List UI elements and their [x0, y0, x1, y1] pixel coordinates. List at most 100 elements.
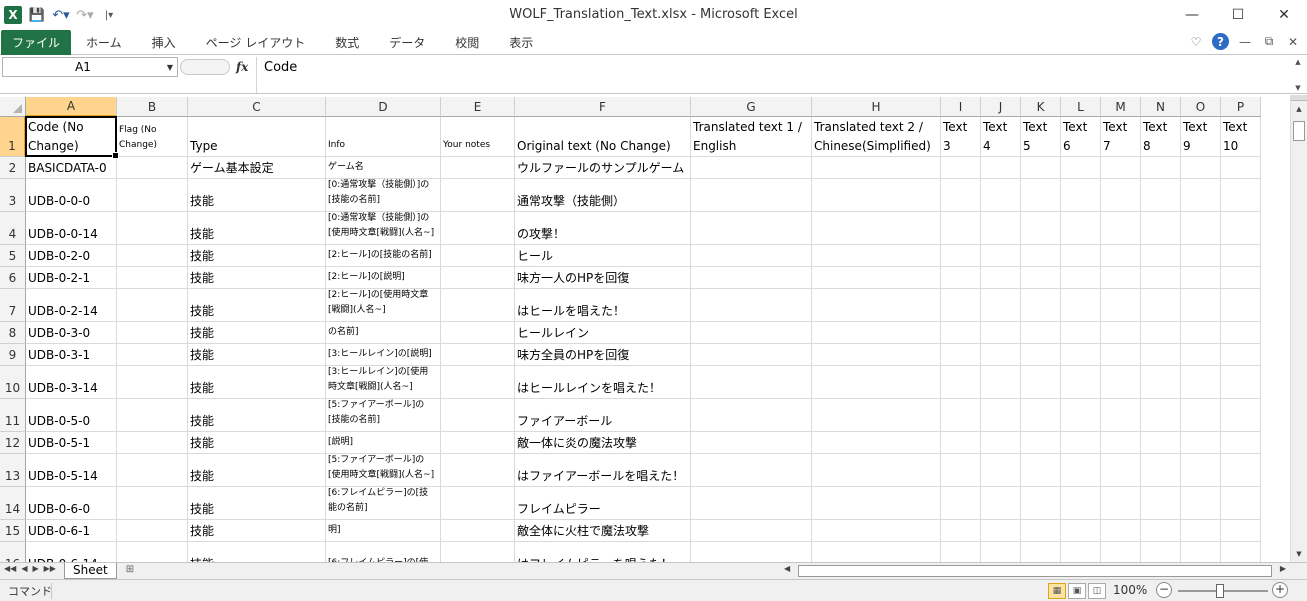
cell-k16[interactable] [1021, 542, 1061, 562]
cell-l3[interactable] [1061, 179, 1101, 212]
column-header-h[interactable]: H [812, 97, 941, 117]
cell-o1[interactable]: Text 9 [1181, 117, 1221, 157]
undo-icon[interactable]: ↶▾ [52, 6, 70, 24]
cell-k5[interactable] [1021, 245, 1061, 267]
collapse-ribbon-icon[interactable]: ♡ [1188, 35, 1204, 49]
cell-k8[interactable] [1021, 322, 1061, 344]
column-header-f[interactable]: F [515, 97, 691, 117]
cell-f14[interactable]: フレイムピラー [515, 487, 691, 520]
cell-g1[interactable]: Translated text 1 / English [691, 117, 812, 157]
cell-c9[interactable]: 技能 [188, 344, 326, 366]
cell-e2[interactable] [441, 157, 515, 179]
cell-l8[interactable] [1061, 322, 1101, 344]
cell-c2[interactable]: ゲーム基本設定 [188, 157, 326, 179]
scroll-left-icon[interactable]: ◀ [784, 564, 790, 573]
cell-c8[interactable]: 技能 [188, 322, 326, 344]
row-header[interactable]: 15 [0, 520, 26, 542]
cell-b4[interactable] [117, 212, 188, 245]
cell-d4[interactable]: [0:通常攻撃（技能側）]の [使用時文章[戦闘](人名~] [326, 212, 441, 245]
cell-e6[interactable] [441, 267, 515, 289]
cell-b10[interactable] [117, 366, 188, 399]
cell-n1[interactable]: Text 8 [1141, 117, 1181, 157]
cell-b5[interactable] [117, 245, 188, 267]
cell-e16[interactable] [441, 542, 515, 562]
cell-n4[interactable] [1141, 212, 1181, 245]
cell-n14[interactable] [1141, 487, 1181, 520]
cell-f5[interactable]: ヒール [515, 245, 691, 267]
cell-k3[interactable] [1021, 179, 1061, 212]
cell-b12[interactable] [117, 432, 188, 454]
cell-o3[interactable] [1181, 179, 1221, 212]
cell-c4[interactable]: 技能 [188, 212, 326, 245]
cell-n8[interactable] [1141, 322, 1181, 344]
cell-a4[interactable]: UDB-0-0-14 [26, 212, 117, 245]
cell-e11[interactable] [441, 399, 515, 432]
cell-c11[interactable]: 技能 [188, 399, 326, 432]
cell-b7[interactable] [117, 289, 188, 322]
ribbon-tab[interactable]: データ [374, 30, 440, 55]
cell-o10[interactable] [1181, 366, 1221, 399]
cell-j16[interactable] [981, 542, 1021, 562]
cell-i2[interactable] [941, 157, 981, 179]
cell-m9[interactable] [1101, 344, 1141, 366]
cell-d5[interactable]: [2:ヒール]の[技能の名前] [326, 245, 441, 267]
cell-n5[interactable] [1141, 245, 1181, 267]
zoom-out-button[interactable]: − [1156, 582, 1172, 598]
column-header-p[interactable]: P [1221, 97, 1261, 117]
cell-b9[interactable] [117, 344, 188, 366]
cell-k2[interactable] [1021, 157, 1061, 179]
cell-d15[interactable]: 明] [326, 520, 441, 542]
row-header[interactable]: 11 [0, 399, 26, 432]
ribbon-tab[interactable]: 挿入 [137, 30, 191, 55]
cell-g16[interactable] [691, 542, 812, 562]
cell-h12[interactable] [812, 432, 941, 454]
cell-f1[interactable]: Original text (No Change) [515, 117, 691, 157]
cell-i16[interactable] [941, 542, 981, 562]
cell-k14[interactable] [1021, 487, 1061, 520]
tab-file[interactable]: ファイル [1, 30, 72, 55]
maximize-button[interactable]: ☐ [1215, 0, 1261, 30]
cell-h15[interactable] [812, 520, 941, 542]
cell-g4[interactable] [691, 212, 812, 245]
cell-i10[interactable] [941, 366, 981, 399]
cell-m15[interactable] [1101, 520, 1141, 542]
help-icon[interactable]: ? [1212, 33, 1229, 50]
row-header[interactable]: 10 [0, 366, 26, 399]
sheet-nav-arrow-icon[interactable]: ▶▶ [44, 564, 56, 573]
row-header[interactable]: 3 [0, 179, 26, 212]
cell-i9[interactable] [941, 344, 981, 366]
cell-g12[interactable] [691, 432, 812, 454]
cell-j8[interactable] [981, 322, 1021, 344]
zoom-level[interactable]: 100% [1113, 583, 1147, 597]
cell-j4[interactable] [981, 212, 1021, 245]
chevron-down-icon[interactable]: ▼ [163, 63, 177, 72]
cell-f10[interactable]: はヒールレインを唱えた！ [515, 366, 691, 399]
cell-f4[interactable]: の攻撃！ [515, 212, 691, 245]
row-header[interactable]: 7 [0, 289, 26, 322]
cell-a6[interactable]: UDB-0-2-1 [26, 267, 117, 289]
cell-l4[interactable] [1061, 212, 1101, 245]
cell-i13[interactable] [941, 454, 981, 487]
cell-b15[interactable] [117, 520, 188, 542]
cell-h8[interactable] [812, 322, 941, 344]
cell-e9[interactable] [441, 344, 515, 366]
cell-d1[interactable]: Info [326, 117, 441, 157]
cell-g5[interactable] [691, 245, 812, 267]
cell-g6[interactable] [691, 267, 812, 289]
cell-o12[interactable] [1181, 432, 1221, 454]
zoom-slider-thumb[interactable] [1216, 584, 1224, 598]
cell-c6[interactable]: 技能 [188, 267, 326, 289]
cell-f8[interactable]: ヒールレイン [515, 322, 691, 344]
cell-e8[interactable] [441, 322, 515, 344]
cell-g11[interactable] [691, 399, 812, 432]
cell-e3[interactable] [441, 179, 515, 212]
ribbon-tab[interactable]: ページ レイアウト [191, 30, 321, 55]
cell-d11[interactable]: [5:ファイアーボール]の [技能の名前] [326, 399, 441, 432]
page-break-view-icon[interactable]: ◫ [1088, 583, 1106, 599]
cell-n13[interactable] [1141, 454, 1181, 487]
cell-p3[interactable] [1221, 179, 1261, 212]
cell-e7[interactable] [441, 289, 515, 322]
row-header[interactable]: 9 [0, 344, 26, 366]
cell-a7[interactable]: UDB-0-2-14 [26, 289, 117, 322]
cell-m5[interactable] [1101, 245, 1141, 267]
